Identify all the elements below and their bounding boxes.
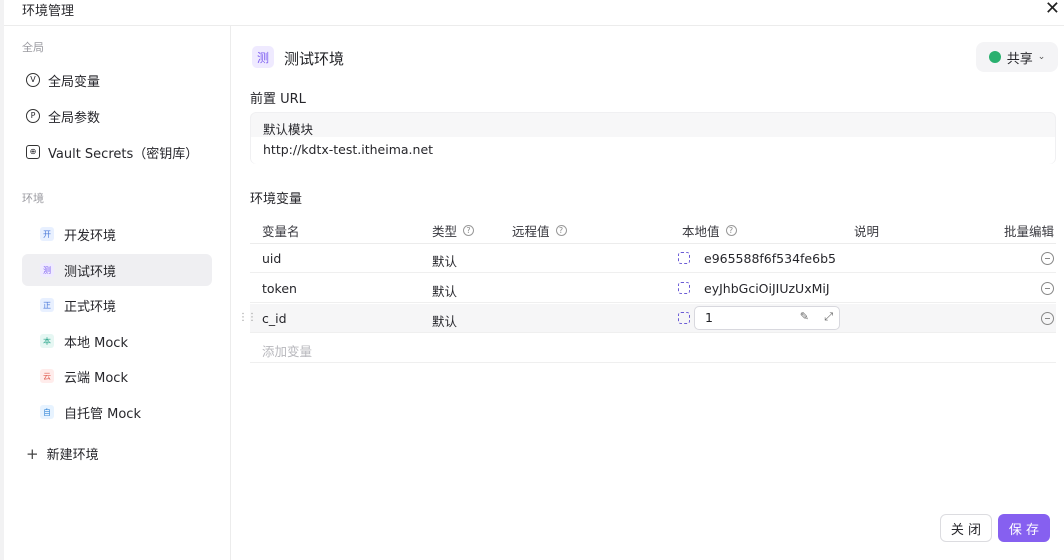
sidebar-item-local-mock[interactable]: 本 本地 Mock: [22, 325, 212, 357]
env-badge-icon: 测: [40, 263, 54, 277]
main-panel: 测 测试环境 共享 ⌄ 前置 URL 默认模块 http://kdtx-test…: [232, 26, 1064, 560]
remove-icon[interactable]: [1041, 312, 1054, 325]
url-input[interactable]: http://kdtx-test.itheima.net: [251, 137, 1055, 164]
sidebar-item-prod-env[interactable]: 正 正式环境: [22, 289, 212, 321]
sidebar-item-global-params[interactable]: P 全局参数: [22, 100, 212, 132]
save-button[interactable]: 保 存: [998, 514, 1050, 542]
remove-icon[interactable]: [1041, 252, 1054, 265]
close-button[interactable]: 关 闭: [940, 514, 992, 542]
env-vars-label: 环境变量: [250, 192, 303, 207]
var-name-cell[interactable]: c_id: [262, 311, 287, 326]
dialog-titlebar: 环境管理 ✕: [4, 0, 1064, 26]
var-type-cell[interactable]: 默认: [432, 311, 457, 330]
add-variable-placeholder[interactable]: 添加变量: [262, 341, 312, 360]
var-name-cell[interactable]: uid: [262, 251, 281, 266]
share-label: 共享: [1006, 51, 1033, 67]
chevron-down-icon: ⌄: [1037, 52, 1046, 62]
dialog-title: 环境管理: [22, 4, 75, 19]
add-variable-row[interactable]: 添加变量: [250, 334, 1056, 363]
local-value-input[interactable]: 1 ✎ ⤢: [694, 306, 840, 330]
global-section-label: 全局: [22, 41, 44, 54]
sidebar-item-label: 云端 Mock: [64, 370, 128, 386]
env-badge-icon: 正: [40, 298, 54, 312]
prefix-url-label: 前置 URL: [250, 92, 306, 107]
var-type-cell[interactable]: 默认: [432, 281, 457, 300]
sidebar-item-label: 本地 Mock: [64, 335, 128, 351]
env-badge-icon: 云: [40, 369, 54, 383]
sidebar-item-label: 正式环境: [64, 299, 117, 315]
var-name-cell[interactable]: token: [262, 281, 297, 296]
plus-icon: +: [26, 444, 39, 463]
header-remote: 远程值 ?: [512, 221, 567, 240]
table-row: uid 默认 e965588f6f534fe6b5: [250, 244, 1056, 273]
sidebar-item-dev-env[interactable]: 开 开发环境: [22, 218, 212, 250]
var-local-cell[interactable]: e965588f6f534fe6b5: [704, 251, 836, 266]
vault-icon: ⊕: [26, 145, 40, 159]
parameter-icon: P: [26, 109, 40, 123]
header-type: 类型 ?: [432, 221, 475, 240]
sync-icon[interactable]: [678, 252, 690, 264]
var-local-cell[interactable]: eyJhbGciOiJIUzUxMiJ: [704, 281, 830, 296]
env-badge-icon: 测: [252, 46, 274, 68]
table-header: 变量名 类型 ? 远程值 ? 本地值 ? 说明 批量编辑: [250, 214, 1056, 244]
table-row: token 默认 eyJhbGciOiJIUzUxMiJ: [250, 274, 1056, 303]
header-local-label: 本地值: [682, 224, 720, 239]
header-type-label: 类型: [432, 224, 458, 239]
share-button[interactable]: 共享 ⌄: [976, 42, 1058, 72]
env-badge-icon: 本: [40, 334, 54, 348]
variable-icon: V: [26, 73, 40, 87]
url-value: http://kdtx-test.itheima.net: [263, 142, 434, 157]
header-remote-label: 远程值: [512, 224, 550, 239]
sidebar-item-label: 自托管 Mock: [64, 406, 141, 422]
local-value-text: 1: [705, 310, 713, 325]
help-icon[interactable]: ?: [463, 225, 475, 236]
environment-dialog: 环境管理 ✕ 全局 V 全局变量 P 全局参数 ⊕ Vault Secrets（…: [4, 0, 1064, 560]
header-local: 本地值 ?: [682, 221, 737, 240]
sidebar-item-cloud-mock[interactable]: 云 云端 Mock: [22, 360, 212, 392]
help-icon[interactable]: ?: [555, 225, 567, 236]
header-name: 变量名: [262, 224, 300, 239]
sidebar-item-vault-secrets[interactable]: ⊕ Vault Secrets（密钥库）: [22, 136, 212, 168]
sidebar-item-label: 测试环境: [64, 264, 117, 280]
prefix-url-box: 默认模块 http://kdtx-test.itheima.net: [250, 112, 1056, 164]
sidebar-item-label: 全局变量: [48, 74, 101, 90]
close-icon[interactable]: ✕: [1045, 0, 1060, 19]
sync-icon[interactable]: [678, 282, 690, 294]
sidebar-item-global-variables[interactable]: V 全局变量: [22, 64, 212, 96]
sidebar-item-label: Vault Secrets（密钥库）: [48, 146, 199, 162]
env-badge-icon: 自: [40, 405, 54, 419]
env-title[interactable]: 测试环境: [284, 48, 344, 69]
sidebar-item-selfhosted-mock[interactable]: 自 自托管 Mock: [22, 396, 212, 428]
new-environment-button[interactable]: + 新建环境: [26, 444, 99, 464]
url-module-label: 默认模块: [263, 122, 314, 137]
table-row: ⋮⋮ c_id 默认 1 ✎ ⤢: [238, 304, 1056, 333]
sidebar-item-label: 全局参数: [48, 110, 101, 126]
bulk-edit-link[interactable]: 批量编辑: [1004, 221, 1054, 240]
new-environment-label: 新建环境: [46, 448, 99, 463]
pin-icon[interactable]: ✎: [800, 310, 809, 323]
sync-icon[interactable]: [678, 312, 690, 324]
sidebar-item-test-env[interactable]: 测 测试环境: [22, 254, 212, 286]
remove-icon[interactable]: [1041, 282, 1054, 295]
expand-icon[interactable]: ⤢: [824, 310, 833, 324]
globe-icon: [988, 51, 1001, 63]
var-type-cell[interactable]: 默认: [432, 251, 457, 270]
header-desc: 说明: [854, 224, 880, 239]
sidebar: 全局 V 全局变量 P 全局参数 ⊕ Vault Secrets（密钥库） 环境…: [4, 26, 231, 560]
env-badge-icon: 开: [40, 227, 54, 241]
drag-handle-icon[interactable]: ⋮⋮: [238, 312, 257, 323]
help-icon[interactable]: ?: [725, 225, 737, 236]
sidebar-item-label: 开发环境: [64, 228, 117, 244]
env-section-label: 环境: [22, 192, 44, 205]
